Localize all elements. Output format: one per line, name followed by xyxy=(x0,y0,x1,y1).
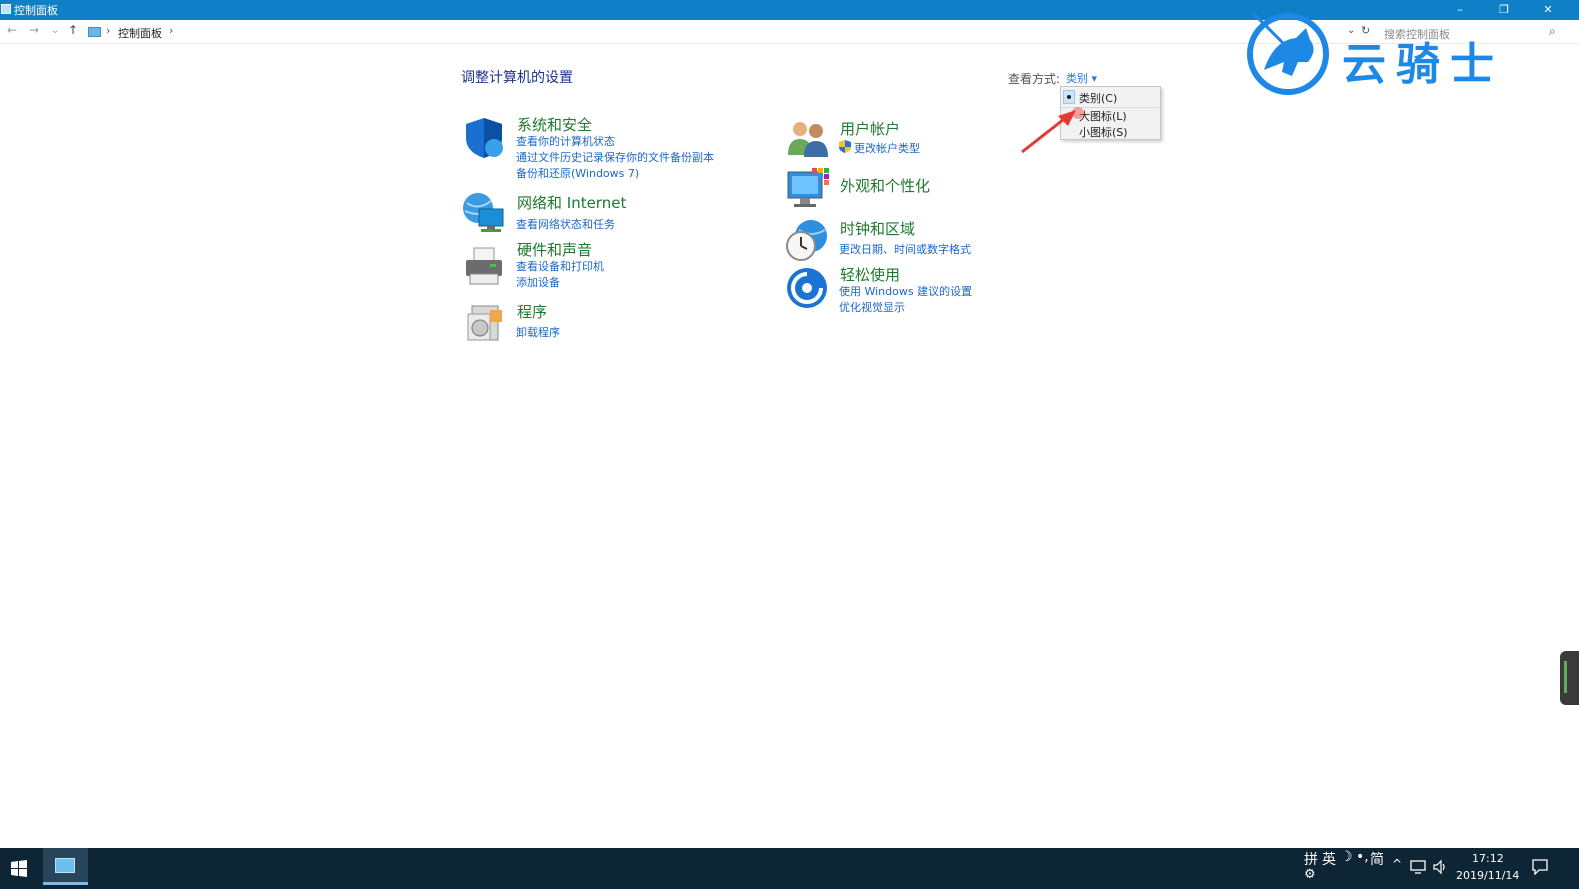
selected-bullet-icon xyxy=(1063,90,1075,104)
link-optimize-visual-display[interactable]: 优化视觉显示 xyxy=(839,299,905,315)
link-file-history[interactable]: 通过文件历史记录保存你的文件备份副本 xyxy=(516,149,714,165)
ime-fullwidth-toggle[interactable]: ☽ xyxy=(1340,849,1353,865)
category-programs[interactable]: 程序 xyxy=(517,301,547,322)
menu-item-large-icons[interactable]: 大图标(L) xyxy=(1079,108,1127,124)
programs-icon[interactable] xyxy=(464,300,508,344)
clock-time[interactable]: 17:12 xyxy=(1472,852,1504,865)
logo-text: 云骑士 xyxy=(1342,39,1504,90)
back-button[interactable]: ← xyxy=(7,23,17,37)
control-panel-icon xyxy=(1,4,11,14)
breadcrumb-control-panel[interactable]: 控制面板 xyxy=(118,25,162,41)
category-network-internet[interactable]: 网络和 Internet xyxy=(517,192,626,213)
taskbar-control-panel[interactable] xyxy=(43,848,88,885)
link-network-status[interactable]: 查看网络状态和任务 xyxy=(516,216,615,232)
category-user-accounts[interactable]: 用户帐户 xyxy=(840,118,900,139)
breadcrumb-separator[interactable]: › xyxy=(169,24,173,37)
link-devices-printers[interactable]: 查看设备和打印机 xyxy=(516,258,604,274)
category-clock-region[interactable]: 时钟和区域 xyxy=(840,218,915,239)
menu-item-category[interactable]: 类别(C) xyxy=(1079,90,1117,106)
link-view-computer-status[interactable]: 查看你的计算机状态 xyxy=(516,133,615,149)
action-center-icon[interactable] xyxy=(1532,859,1548,875)
link-uninstall-program[interactable]: 卸载程序 xyxy=(516,324,560,340)
control-panel-crumb-icon xyxy=(88,27,101,37)
up-button[interactable]: ↑ xyxy=(68,23,78,37)
annotation-arrow-icon xyxy=(1021,110,1076,154)
clock-globe-icon[interactable] xyxy=(785,218,829,262)
page-title: 调整计算机的设置 xyxy=(461,70,573,86)
control-panel-taskbar-icon xyxy=(55,858,75,873)
volume-tray-icon[interactable] xyxy=(1432,859,1448,875)
printer-icon[interactable] xyxy=(462,244,506,288)
taskbar: 拼 英 ☽ •, 简 ⚙ ^ 17:12 2019/11/14 xyxy=(0,848,1579,889)
link-change-account-type[interactable]: 更改帐户类型 xyxy=(854,140,920,156)
windows-start-icon[interactable] xyxy=(0,848,38,889)
category-hardware-sound[interactable]: 硬件和声音 xyxy=(517,239,592,260)
shield-icon[interactable] xyxy=(462,116,506,160)
ime-pinyin-indicator[interactable]: 拼 xyxy=(1304,849,1318,869)
tray-overflow-chevron-icon[interactable]: ^ xyxy=(1392,857,1402,871)
ease-of-access-icon[interactable] xyxy=(785,266,829,310)
category-system-security[interactable]: 系统和安全 xyxy=(517,114,592,135)
recent-locations-button[interactable]: ⌄ xyxy=(51,25,59,36)
link-add-device[interactable]: 添加设备 xyxy=(516,274,560,290)
appearance-icon[interactable] xyxy=(786,166,830,210)
ime-settings-icon[interactable]: ⚙ xyxy=(1304,867,1316,882)
breadcrumb-separator[interactable]: › xyxy=(106,24,110,37)
network-tray-icon[interactable] xyxy=(1410,860,1428,874)
side-panel-handle[interactable] xyxy=(1560,651,1579,705)
category-ease-of-access[interactable]: 轻松使用 xyxy=(840,264,900,285)
ime-simplified-toggle[interactable]: 简 xyxy=(1370,849,1384,869)
search-icon[interactable]: ⌕ xyxy=(1549,24,1556,39)
view-by-label: 查看方式: xyxy=(1008,72,1061,86)
ime-punctuation-toggle[interactable]: •, xyxy=(1356,849,1369,865)
menu-item-small-icons[interactable]: 小图标(S) xyxy=(1079,124,1128,140)
link-change-date-time-format[interactable]: 更改日期、时间或数字格式 xyxy=(839,241,971,257)
forward-button[interactable]: → xyxy=(29,23,39,37)
link-backup-restore[interactable]: 备份和还原(Windows 7) xyxy=(516,165,639,181)
clock-date[interactable]: 2019/11/14 xyxy=(1456,869,1519,882)
network-globe-icon[interactable] xyxy=(461,191,505,235)
category-appearance-personalization[interactable]: 外观和个性化 xyxy=(840,175,930,196)
view-by-dropdown[interactable]: 类别 ▾ xyxy=(1066,70,1097,86)
ime-english-toggle[interactable]: 英 xyxy=(1322,849,1336,869)
uac-shield-icon xyxy=(839,140,851,153)
user-accounts-icon[interactable] xyxy=(786,117,830,161)
window-title: 控制面板 xyxy=(14,4,58,17)
link-windows-recommended-settings[interactable]: 使用 Windows 建议的设置 xyxy=(839,283,972,299)
